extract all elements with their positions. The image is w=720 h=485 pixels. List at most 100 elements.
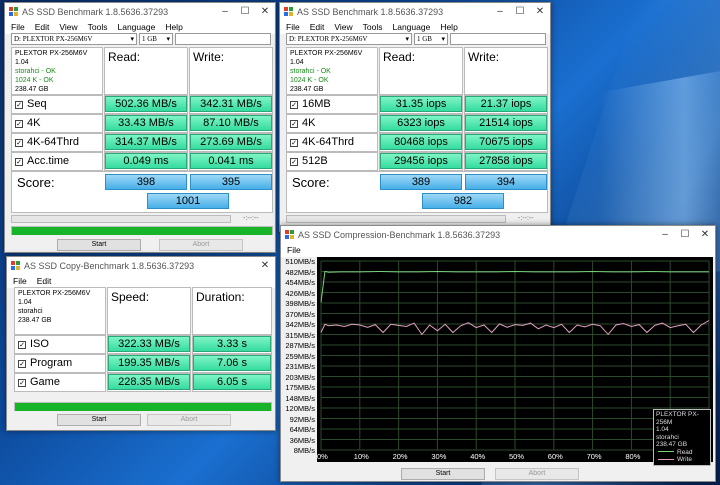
program-duration: 7.06 s [193, 355, 271, 371]
checkbox-icon[interactable]: ✓ [18, 360, 26, 368]
4k64-read-iops: 80468 iops [380, 134, 462, 150]
menu-edit[interactable]: Edit [37, 276, 52, 286]
checkbox-icon[interactable]: ✓ [290, 120, 298, 128]
row-label: Acc.time [27, 155, 70, 167]
title-bar[interactable]: AS SSD Benchmark 1.8.5636.37293 – ☐ ✕ [280, 3, 550, 20]
abort-button[interactable]: Abort [495, 468, 579, 480]
abort-button[interactable]: Abort [159, 239, 243, 251]
abort-button[interactable]: Abort [147, 414, 231, 426]
legend-read: Read [656, 449, 708, 457]
checkbox-icon[interactable]: ✓ [18, 379, 26, 387]
row-game[interactable]: ✓ Game [14, 373, 106, 392]
minimize-icon[interactable]: – [490, 6, 510, 17]
row-4k[interactable]: ✓ 4K [11, 114, 103, 133]
row-program[interactable]: ✓ Program [14, 354, 106, 373]
minimize-icon[interactable]: – [215, 6, 235, 17]
menu-file[interactable]: File [13, 276, 27, 286]
drive-select[interactable]: D: PLEXTOR PX-256M6V [286, 33, 412, 45]
menu-language[interactable]: Language [392, 22, 430, 32]
y-tick-label: 398MB/s [285, 299, 315, 308]
row-512b[interactable]: ✓ 512B [286, 152, 378, 171]
menu-help[interactable]: Help [165, 22, 182, 32]
row-4k-64thrd[interactable]: ✓ 4K-64Thrd [11, 133, 103, 152]
menu-view[interactable]: View [59, 22, 77, 32]
close-icon[interactable]: ✕ [695, 229, 715, 240]
size-select[interactable]: 1 GB [414, 33, 448, 45]
menu-tools[interactable]: Tools [88, 22, 108, 32]
y-tick-label: 370MB/s [285, 309, 315, 319]
start-button[interactable]: Start [401, 468, 485, 480]
maximize-icon[interactable]: ☐ [675, 229, 695, 240]
checkbox-icon[interactable]: ✓ [290, 101, 298, 109]
y-tick-label: 287MB/s [285, 341, 315, 350]
firmware: 1.04 [290, 59, 304, 66]
y-tick-label: 64MB/s [289, 425, 315, 434]
time-readout: -:--:-- [243, 215, 259, 222]
legend-driver: storahci [656, 433, 679, 441]
title-bar[interactable]: AS SSD Copy-Benchmark 1.8.5636.37293 ✕ [7, 257, 275, 274]
checkbox-icon[interactable]: ✓ [15, 158, 23, 166]
menu-language[interactable]: Language [117, 22, 155, 32]
progress-fill [12, 227, 272, 235]
size-select[interactable]: 1 GB [139, 33, 173, 45]
driver: storahci [18, 308, 43, 315]
checkbox-icon[interactable]: ✓ [290, 158, 298, 166]
y-tick-label: 426MB/s [285, 288, 315, 298]
maximize-icon[interactable]: ☐ [235, 6, 255, 17]
compression-chart: 0%10%20%30%40%50%60%70%80%90%100% PLEXTO… [317, 257, 713, 466]
row-acc-time[interactable]: ✓ Acc.time [11, 152, 103, 171]
drive-info: PLEXTOR PX-256M6V 1.04 storahci - OK 102… [11, 47, 103, 95]
close-icon[interactable]: ✕ [255, 260, 275, 271]
maximize-icon[interactable]: ☐ [510, 6, 530, 17]
title-bar[interactable]: AS SSD Benchmark 1.8.5636.37293 – ☐ ✕ [5, 3, 275, 20]
iso-speed: 322.33 MB/s [108, 336, 190, 352]
512b-write-iops: 27858 iops [465, 153, 547, 169]
row-4k[interactable]: ✓ 4K [286, 114, 378, 133]
app-icon [11, 261, 20, 270]
menu-edit[interactable]: Edit [310, 22, 325, 32]
start-button[interactable]: Start [57, 239, 141, 251]
blank-input[interactable] [450, 33, 546, 45]
close-icon[interactable]: ✕ [530, 6, 550, 17]
minimize-icon[interactable]: – [655, 229, 675, 240]
menu-help[interactable]: Help [440, 22, 457, 32]
menu-tools[interactable]: Tools [363, 22, 383, 32]
iso-duration: 3.33 s [193, 336, 271, 352]
menu-file[interactable]: File [286, 22, 300, 32]
checkbox-icon[interactable]: ✓ [15, 139, 23, 147]
seq-read-value: 502.36 MB/s [105, 96, 187, 112]
start-button[interactable]: Start [57, 414, 141, 426]
menu-edit[interactable]: Edit [35, 22, 50, 32]
menu-bar: File Edit View Tools Language Help [280, 20, 550, 34]
title-bar[interactable]: AS SSD Compression-Benchmark 1.8.5636.37… [281, 226, 715, 243]
row-seq[interactable]: ✓ Seq [11, 95, 103, 114]
score-label: Score: [17, 175, 55, 190]
close-icon[interactable]: ✕ [255, 6, 275, 17]
progress-track-small [11, 215, 231, 223]
x-tick-label: 10% [353, 452, 369, 461]
x-tick-label: 70% [586, 452, 602, 461]
y-tick-label: 482MB/s [285, 267, 315, 277]
blank-input[interactable] [175, 33, 271, 45]
menu-file[interactable]: File [11, 22, 25, 32]
chart-legend: PLEXTOR PX-256M 1.04 storahci 238.47 GB … [653, 409, 711, 466]
menu-view[interactable]: View [334, 22, 352, 32]
score-total: 982 [422, 193, 504, 209]
checkbox-icon[interactable]: ✓ [15, 101, 23, 109]
write-header: Write: [464, 47, 548, 95]
checkbox-icon[interactable]: ✓ [290, 139, 298, 147]
window-title: AS SSD Benchmark 1.8.5636.37293 [22, 6, 169, 17]
row-iso[interactable]: ✓ ISO [14, 335, 106, 354]
drive-select[interactable]: D: PLEXTOR PX-256M6V [11, 33, 137, 45]
checkbox-icon[interactable]: ✓ [18, 341, 26, 349]
progress-bar [11, 226, 273, 235]
drive-info: PLEXTOR PX-256M6V 1.04 storahci 238.47 G… [14, 287, 106, 335]
read-header: Read: [104, 47, 188, 95]
row-16mb[interactable]: ✓ 16MB [286, 95, 378, 114]
score-write: 395 [190, 174, 272, 190]
menu-file[interactable]: File [287, 245, 301, 255]
checkbox-icon[interactable]: ✓ [15, 120, 23, 128]
app-icon [284, 7, 293, 16]
game-duration: 6.05 s [193, 374, 271, 390]
row-4k-64thrd[interactable]: ✓ 4K-64Thrd [286, 133, 378, 152]
